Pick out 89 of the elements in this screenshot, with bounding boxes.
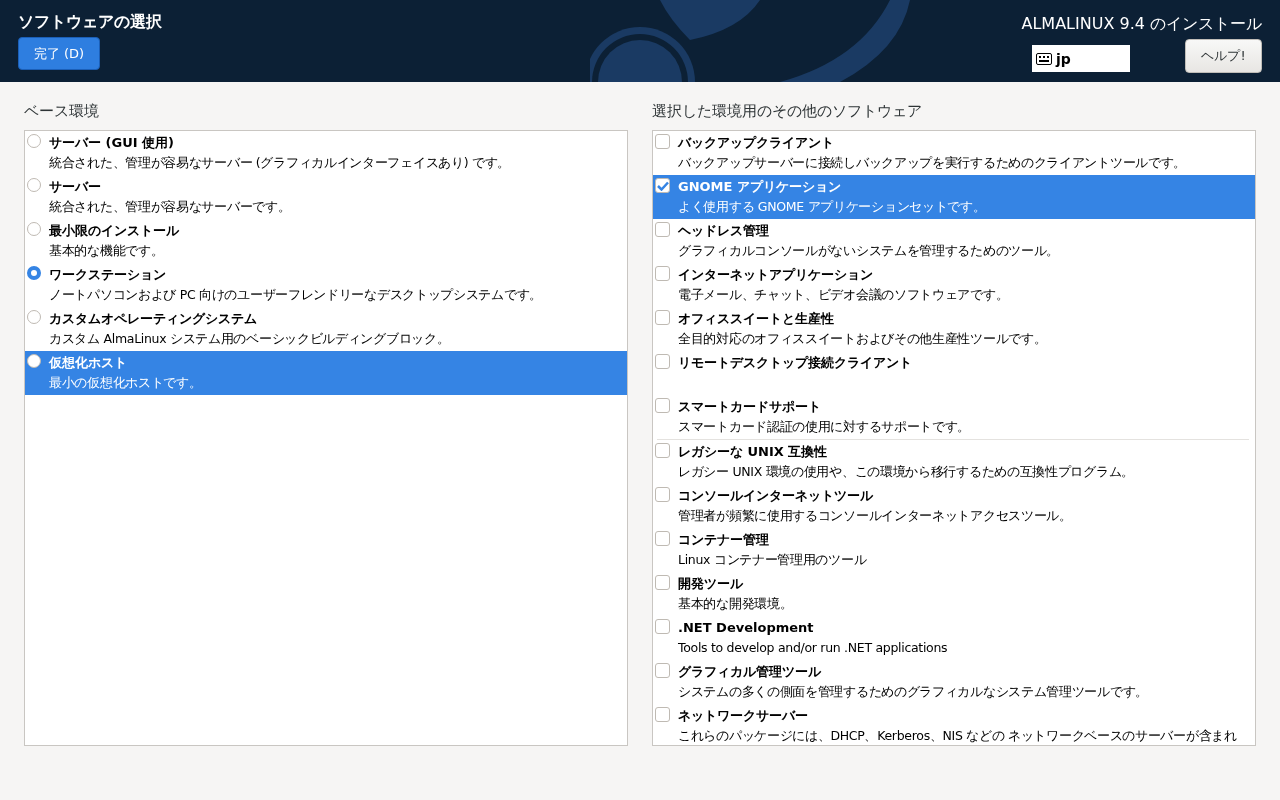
checkmark-icon bbox=[656, 180, 669, 191]
addon-option[interactable]: グラフィカル管理ツール システムの多くの側面を管理するためのグラフィカルなシステム管理ツールです。 bbox=[653, 660, 1255, 704]
checkbox[interactable] bbox=[655, 707, 670, 722]
option-description: 管理者が頻繁に使用するコンソールインターネットアクセスツール。 bbox=[678, 507, 1072, 525]
environment-option[interactable]: 最小限のインストール 基本的な機能です。 bbox=[25, 219, 627, 263]
radio-button[interactable] bbox=[27, 266, 41, 280]
option-name: オフィススイートと生産性 bbox=[678, 310, 835, 328]
section-heading: 選択した環境用のその他のソフトウェア bbox=[652, 102, 923, 122]
addon-option[interactable]: スマートカードサポート スマートカード認証の使用に対するサポートです。 bbox=[653, 395, 1255, 439]
radio-button[interactable] bbox=[27, 354, 41, 368]
addon-option[interactable]: インターネットアプリケーション 電子メール、チャット、ビデオ会議のソフトウェアです。 bbox=[653, 263, 1255, 307]
option-description: よく使用する GNOME アプリケーションセットです。 bbox=[678, 198, 986, 216]
option-name: バックアップクライアント bbox=[678, 134, 835, 152]
option-name: サーバー bbox=[49, 178, 102, 196]
checkbox[interactable] bbox=[655, 487, 670, 502]
addon-option[interactable]: 開発ツール 基本的な開発環境。 bbox=[653, 572, 1255, 616]
option-name: リモートデスクトップ接続クライアント bbox=[678, 354, 912, 372]
help-button[interactable]: ヘルプ! bbox=[1185, 39, 1262, 73]
option-description: 電子メール、チャット、ビデオ会議のソフトウェアです。 bbox=[678, 286, 1009, 304]
addon-option[interactable]: ヘッドレス管理 グラフィカルコンソールがないシステムを管理するためのツール。 bbox=[653, 219, 1255, 263]
option-description: これらのパッケージには、DHCP、Kerberos、NIS などの ネットワークベースのサーバーが含まれ bbox=[678, 727, 1237, 745]
checkbox[interactable] bbox=[655, 531, 670, 546]
environment-option[interactable]: 仮想化ホスト 最小の仮想化ホストです。 bbox=[25, 351, 627, 395]
checkbox[interactable] bbox=[655, 266, 670, 281]
environment-option[interactable]: サーバー (GUI 使用) 統合された、管理が容易なサーバー (グラフィカルインターフェイスあり) です。 bbox=[25, 131, 627, 175]
option-name: 開発ツール bbox=[678, 575, 744, 593]
option-name: ワークステーション bbox=[49, 266, 167, 284]
option-description: ノートパソコンおよび PC 向けのユーザーフレンドリーなデスクトップシステムです。 bbox=[49, 286, 542, 304]
product-title: ALMALINUX 9.4 のインストール bbox=[1021, 14, 1262, 35]
option-name: インターネットアプリケーション bbox=[678, 266, 874, 284]
radio-button[interactable] bbox=[27, 310, 41, 324]
checkbox[interactable] bbox=[655, 310, 670, 325]
addon-option[interactable]: ネットワークサーバー これらのパッケージには、DHCP、Kerberos、NIS などの ネットワークベースのサーバーが含まれ bbox=[653, 704, 1255, 745]
option-description: 統合された、管理が容易なサーバー (グラフィカルインターフェイスあり) です。 bbox=[49, 154, 510, 172]
option-description: Linux コンテナー管理用のツール bbox=[678, 551, 867, 569]
option-name: スマートカードサポート bbox=[678, 398, 822, 416]
environment-option[interactable]: サーバー 統合された、管理が容易なサーバーです。 bbox=[25, 175, 627, 219]
checkbox[interactable] bbox=[655, 443, 670, 458]
option-description: 基本的な開発環境。 bbox=[678, 595, 793, 613]
option-name: サーバー (GUI 使用) bbox=[49, 134, 175, 152]
addon-option[interactable]: コンテナー管理 Linux コンテナー管理用のツール bbox=[653, 528, 1255, 572]
checkbox[interactable] bbox=[655, 575, 670, 590]
addon-option[interactable]: リモートデスクトップ接続クライアント bbox=[653, 351, 1255, 395]
option-name: コンソールインターネットツール bbox=[678, 487, 874, 505]
option-description: スマートカード認証の使用に対するサポートです。 bbox=[678, 418, 971, 436]
addon-option[interactable]: GNOME アプリケーション よく使用する GNOME アプリケーションセットです。 bbox=[653, 175, 1255, 219]
addon-option[interactable]: バックアップクライアント バックアップサーバーに接続しバックアップを実行するためのクライアントツールです。 bbox=[653, 131, 1255, 175]
option-name: カスタムオペレーティングシステム bbox=[49, 310, 258, 328]
checkbox[interactable] bbox=[655, 354, 670, 369]
option-description: 全目的対応のオフィススイートおよびその他生産性ツールです。 bbox=[678, 330, 1047, 348]
option-description: 統合された、管理が容易なサーバーです。 bbox=[49, 198, 291, 216]
option-description: カスタム AlmaLinux システム用のベーシックビルディングブロック。 bbox=[49, 330, 450, 348]
keyboard-layout-field[interactable]: jp bbox=[1032, 45, 1130, 72]
section-heading: ベース環境 bbox=[24, 102, 100, 122]
option-name: ネットワークサーバー bbox=[678, 707, 809, 725]
done-button[interactable]: 完了 (D) bbox=[18, 37, 100, 70]
keyboard-icon bbox=[1036, 52, 1052, 65]
addon-option[interactable]: レガシーな UNIX 互換性 レガシー UNIX 環境の使用や、この環境から移行するための互換性プログラム。 bbox=[653, 440, 1255, 484]
checkbox[interactable] bbox=[655, 663, 670, 678]
checkbox[interactable] bbox=[655, 178, 670, 193]
page-title: ソフトウェアの選択 bbox=[18, 12, 162, 33]
environment-option[interactable]: ワークステーション ノートパソコンおよび PC 向けのユーザーフレンドリーなデスクトップシステムです。 bbox=[25, 263, 627, 307]
radio-button[interactable] bbox=[27, 222, 41, 236]
option-name: ヘッドレス管理 bbox=[678, 222, 770, 240]
checkbox[interactable] bbox=[655, 222, 670, 237]
option-name: GNOME アプリケーション bbox=[678, 178, 842, 196]
option-description: 基本的な機能です。 bbox=[49, 242, 165, 260]
checkbox[interactable] bbox=[655, 398, 670, 413]
keyboard-layout-text: jp bbox=[1056, 50, 1071, 67]
checkbox[interactable] bbox=[655, 619, 670, 634]
option-name: 最小限のインストール bbox=[49, 222, 179, 240]
environment-option[interactable]: カスタムオペレーティングシステム カスタム AlmaLinux システム用のベーシックビルディングブロック。 bbox=[25, 307, 627, 351]
checkbox[interactable] bbox=[655, 134, 670, 149]
option-description: Tools to develop and/or run .NET applications bbox=[678, 639, 948, 657]
option-name: コンテナー管理 bbox=[678, 531, 770, 549]
addon-option[interactable]: .NET Development Tools to develop and/or run .NET applications bbox=[653, 616, 1255, 660]
radio-button[interactable] bbox=[27, 134, 41, 148]
option-description: 最小の仮想化ホストです。 bbox=[49, 374, 202, 392]
option-name: グラフィカル管理ツール bbox=[678, 663, 822, 681]
addon-option[interactable]: コンソールインターネットツール 管理者が頻繁に使用するコンソールインターネットアクセスツール。 bbox=[653, 484, 1255, 528]
addon-option[interactable]: オフィススイートと生産性 全目的対応のオフィススイートおよびその他生産性ツールです。 bbox=[653, 307, 1255, 351]
option-description: システムの多くの側面を管理するためのグラフィカルなシステム管理ツールです。 bbox=[678, 683, 1148, 701]
option-name: .NET Development bbox=[678, 619, 815, 637]
option-name: 仮想化ホスト bbox=[49, 354, 128, 372]
radio-button[interactable] bbox=[27, 178, 41, 192]
option-description: グラフィカルコンソールがないシステムを管理するためのツール。 bbox=[678, 242, 1059, 260]
option-name: レガシーな UNIX 互換性 bbox=[678, 443, 829, 461]
option-description: レガシー UNIX 環境の使用や、この環境から移行するための互換性プログラム。 bbox=[678, 463, 1134, 481]
option-description: バックアップサーバーに接続しバックアップを実行するためのクライアントツールです。 bbox=[678, 154, 1186, 172]
